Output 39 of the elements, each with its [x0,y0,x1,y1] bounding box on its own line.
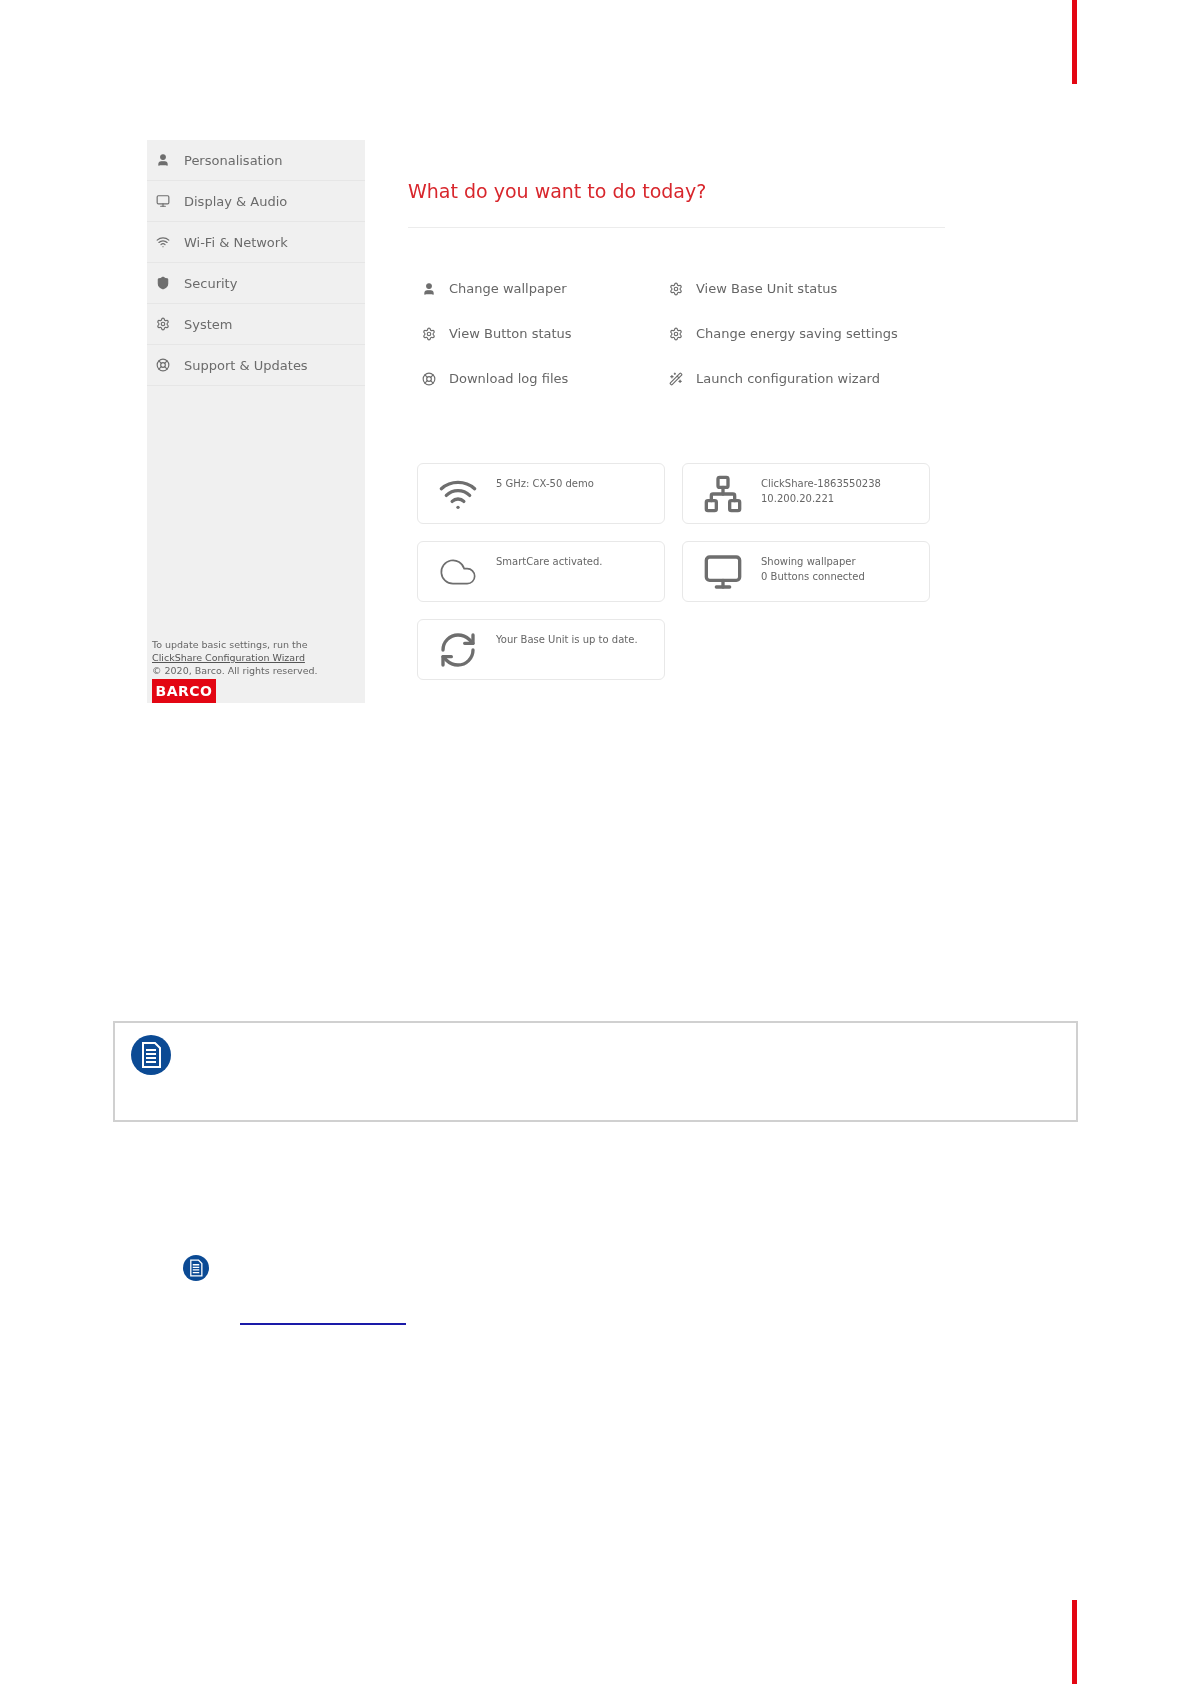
status-text: Your Base Unit is up to date. [496,633,638,647]
settings-icon [669,326,683,341]
barco-logo: BARCO [152,679,216,703]
action-link[interactable]: View Base Unit status [669,281,929,296]
shield-icon [156,276,170,290]
status-text: ClickShare-1863550238 10.200.20.221 [761,477,881,506]
page-title: What do you want to do today? [408,180,945,228]
copyright-text: © 2020, Barco. All rights reserved. [152,665,319,676]
status-text: 5 GHz: CX-50 demo [496,477,594,491]
lifebuoy-icon [156,358,170,372]
sidebar-item[interactable]: Support & Updates [147,345,365,386]
action-link[interactable]: View Button status [422,326,669,341]
user-icon [156,153,170,167]
settings-icon [422,326,436,341]
action-link[interactable]: Download log files [422,371,669,386]
settings-icon [669,281,683,296]
wifi-icon [156,235,170,249]
note-icon [131,1035,171,1075]
sidebar-item[interactable]: Personalisation [147,140,365,181]
action-link[interactable]: Change energy saving settings [669,326,929,341]
refresh-icon [438,630,478,670]
status-text: SmartCare activated. [496,555,603,569]
magic-wand-icon [669,371,683,386]
monitor-icon [703,552,743,592]
sidebar-item[interactable]: Display & Audio [147,181,365,222]
action-link[interactable]: Change wallpaper [422,281,669,296]
lifebuoy-icon [422,371,436,386]
sidebar-item[interactable]: Wi-Fi & Network [147,222,365,263]
sidebar-item[interactable]: System [147,304,365,345]
action-link[interactable]: Launch configuration wizard [669,371,929,386]
note-icon [183,1255,209,1281]
settings-icon [156,317,170,331]
network-icon [703,474,743,514]
footer-text: To update basic settings, run the [152,639,309,650]
user-icon [422,281,436,296]
wizard-link[interactable]: ClickShare Configuration Wizard [152,652,360,663]
monitor-icon [156,194,170,208]
status-text: Showing wallpaper 0 Buttons connected [761,555,865,584]
sidebar-item[interactable]: Security [147,263,365,304]
